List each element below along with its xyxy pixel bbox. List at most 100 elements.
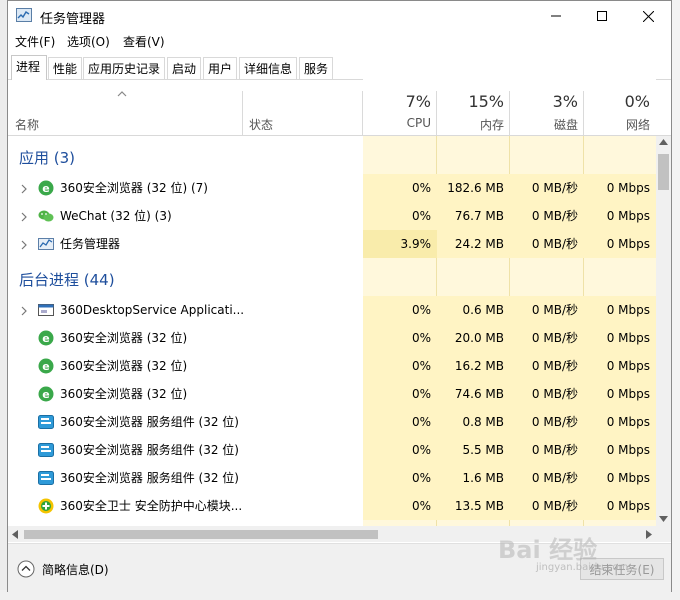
360-service-icon xyxy=(38,414,54,430)
tab-processes[interactable]: 进程 xyxy=(11,55,47,80)
360-browser-icon: e xyxy=(38,330,54,346)
tab-performance[interactable]: 性能 xyxy=(48,57,82,79)
network-label: 网络 xyxy=(625,118,650,132)
process-row[interactable]: 360安全浏览器 服务组件 (32 位) 0% 0.8 MB 0 MB/秒 0 Mbps xyxy=(8,408,656,436)
minimize-button[interactable] xyxy=(533,1,579,31)
menu-file[interactable]: 文件(F) xyxy=(15,33,55,50)
network-value: 0 Mbps xyxy=(584,464,656,492)
close-icon xyxy=(642,10,654,22)
column-separator xyxy=(242,91,243,135)
process-name: 360安全浏览器 (32 位) xyxy=(60,331,188,345)
cpu-label: CPU xyxy=(406,116,431,130)
vertical-scroll-thumb[interactable] xyxy=(658,154,669,190)
tab-services[interactable]: 服务 xyxy=(299,57,333,79)
vertical-scrollbar[interactable] xyxy=(656,136,671,526)
svg-text:e: e xyxy=(42,332,49,345)
scroll-left-icon[interactable] xyxy=(12,530,18,539)
process-row[interactable]: 360安全卫士 安全防护中心模块... 0% 13.5 MB 0 MB/秒 0 Mbps xyxy=(8,492,656,520)
expand-chevron-icon[interactable] xyxy=(20,183,28,194)
cpu-total: 7% xyxy=(405,92,431,111)
process-row[interactable]: 360安全浏览器 服务组件 (32 位) 0% 5.5 MB 0 MB/秒 0 Mbps xyxy=(8,436,656,464)
cpu-value: 0% xyxy=(363,174,437,202)
cpu-value: 0% xyxy=(363,464,437,492)
wechat-icon xyxy=(38,208,54,224)
tab-app-history[interactable]: 应用历史记录 xyxy=(83,57,165,79)
sort-ascending-icon xyxy=(117,91,127,97)
service-app-icon xyxy=(38,302,54,318)
memory-total: 15% xyxy=(468,92,504,111)
network-value: 0 Mbps xyxy=(584,408,656,436)
expand-chevron-icon[interactable] xyxy=(20,211,28,222)
network-value: 0 Mbps xyxy=(584,352,656,380)
process-row[interactable]: 任务管理器 3.9% 24.2 MB 0 MB/秒 0 Mbps xyxy=(8,230,656,258)
disk-value: 0 MB/秒 xyxy=(510,408,584,436)
horizontal-scroll-thumb[interactable] xyxy=(24,530,378,539)
column-status[interactable]: 状态 xyxy=(249,116,273,133)
column-disk[interactable]: 3% 磁盘 xyxy=(510,79,584,135)
memory-value: 0.8 MB xyxy=(437,408,510,436)
expand-chevron-icon[interactable] xyxy=(20,305,28,316)
process-row[interactable]: 360安全浏览器 服务组件 (32 位) 0% 1.6 MB 0 MB/秒 0 Mbps xyxy=(8,464,656,492)
tab-users[interactable]: 用户 xyxy=(203,57,237,79)
memory-value: 0.6 MB xyxy=(437,296,510,324)
disk-value: 0 MB/秒 xyxy=(510,380,584,408)
disk-value: 0 MB/秒 xyxy=(510,324,584,352)
process-row[interactable]: WeChat (32 位) (3) 0% 76.7 MB 0 MB/秒 0 Mbps xyxy=(8,202,656,230)
maximize-icon xyxy=(597,11,607,21)
memory-value: 76.7 MB xyxy=(437,202,510,230)
disk-value: 0 MB/秒 xyxy=(510,352,584,380)
scroll-down-icon[interactable] xyxy=(659,516,668,522)
process-row[interactable]: 360DesktopService Applicati... 0% 0.6 MB 0 … xyxy=(8,296,656,324)
expand-chevron-icon[interactable] xyxy=(20,239,28,250)
cpu-value: 0% xyxy=(363,408,437,436)
memory-value: 182.6 MB xyxy=(437,174,510,202)
process-row[interactable]: e 360安全浏览器 (32 位) 0% 20.0 MB 0 MB/秒 0 Mbps xyxy=(8,324,656,352)
network-value: 0 Mbps xyxy=(584,174,656,202)
network-value: 0 Mbps xyxy=(584,380,656,408)
watermark-url: jingyan.baidu.com xyxy=(536,562,629,573)
process-name: 360安全浏览器 (32 位) xyxy=(60,359,188,373)
group-header-apps[interactable]: 应用 (3) xyxy=(19,144,75,172)
tab-startup[interactable]: 启动 xyxy=(167,57,201,79)
maximize-button[interactable] xyxy=(579,1,625,31)
column-memory[interactable]: 15% 内存 xyxy=(437,79,510,135)
network-value: 0 Mbps xyxy=(584,230,656,258)
disk-label: 磁盘 xyxy=(553,118,578,132)
memory-label: 内存 xyxy=(479,118,504,132)
360-service-icon xyxy=(38,470,54,486)
process-name: 360安全卫士 安全防护中心模块... xyxy=(60,499,243,513)
column-cpu[interactable]: 7% CPU xyxy=(363,79,437,135)
network-total: 0% xyxy=(624,92,650,111)
scroll-up-icon[interactable] xyxy=(659,139,668,145)
close-button[interactable] xyxy=(625,1,671,31)
process-row[interactable]: e 360安全浏览器 (32 位) (7) 0% 182.6 MB 0 MB/秒 0 Mb… xyxy=(8,174,656,202)
tab-bar: 进程 性能 应用历史记录 启动 用户 详细信息 服务 xyxy=(8,55,671,80)
scroll-right-icon[interactable] xyxy=(646,530,652,539)
menu-view[interactable]: 查看(V) xyxy=(123,33,165,50)
memory-value: 16.2 MB xyxy=(437,352,510,380)
group-header-background[interactable]: 后台进程 (44) xyxy=(19,266,115,294)
collapse-chevron-icon[interactable] xyxy=(17,560,35,578)
disk-value: 0 MB/秒 xyxy=(510,296,584,324)
column-name[interactable]: 名称 xyxy=(15,116,39,133)
menu-options[interactable]: 选项(O) xyxy=(67,33,110,50)
cpu-value: 3.9% xyxy=(363,230,437,258)
window-title: 任务管理器 xyxy=(40,12,106,27)
process-row[interactable]: e 360安全浏览器 (32 位) 0% 74.6 MB 0 MB/秒 0 Mbps xyxy=(8,380,656,408)
disk-value: 0 MB/秒 xyxy=(510,174,584,202)
memory-value: 1.6 MB xyxy=(437,464,510,492)
360-service-icon xyxy=(38,442,54,458)
process-list: 应用 (3) e 360安全浏览器 (32 位) (7) 0% 182.6 MB 0 M… xyxy=(8,136,656,526)
tab-details[interactable]: 详细信息 xyxy=(239,57,297,79)
process-row[interactable]: e 360安全浏览器 (32 位) 0% 16.2 MB 0 MB/秒 0 Mbps xyxy=(8,352,656,380)
title-bar[interactable]: 任务管理器 xyxy=(8,1,671,31)
fewer-details-link[interactable]: 简略信息(D) xyxy=(42,561,109,578)
cpu-value: 0% xyxy=(363,436,437,464)
network-value: 0 Mbps xyxy=(584,202,656,230)
column-network[interactable]: 0% 网络 xyxy=(584,79,656,135)
task-manager-window: 任务管理器 文件(F) 选项(O) 查看(V) 进程 性能 应用历史记录 启动 … xyxy=(7,0,672,592)
process-name: WeChat (32 位) (3) xyxy=(60,209,172,223)
memory-value: 74.6 MB xyxy=(437,380,510,408)
memory-value: 24.2 MB xyxy=(437,230,510,258)
360-safeguard-icon xyxy=(38,498,54,514)
